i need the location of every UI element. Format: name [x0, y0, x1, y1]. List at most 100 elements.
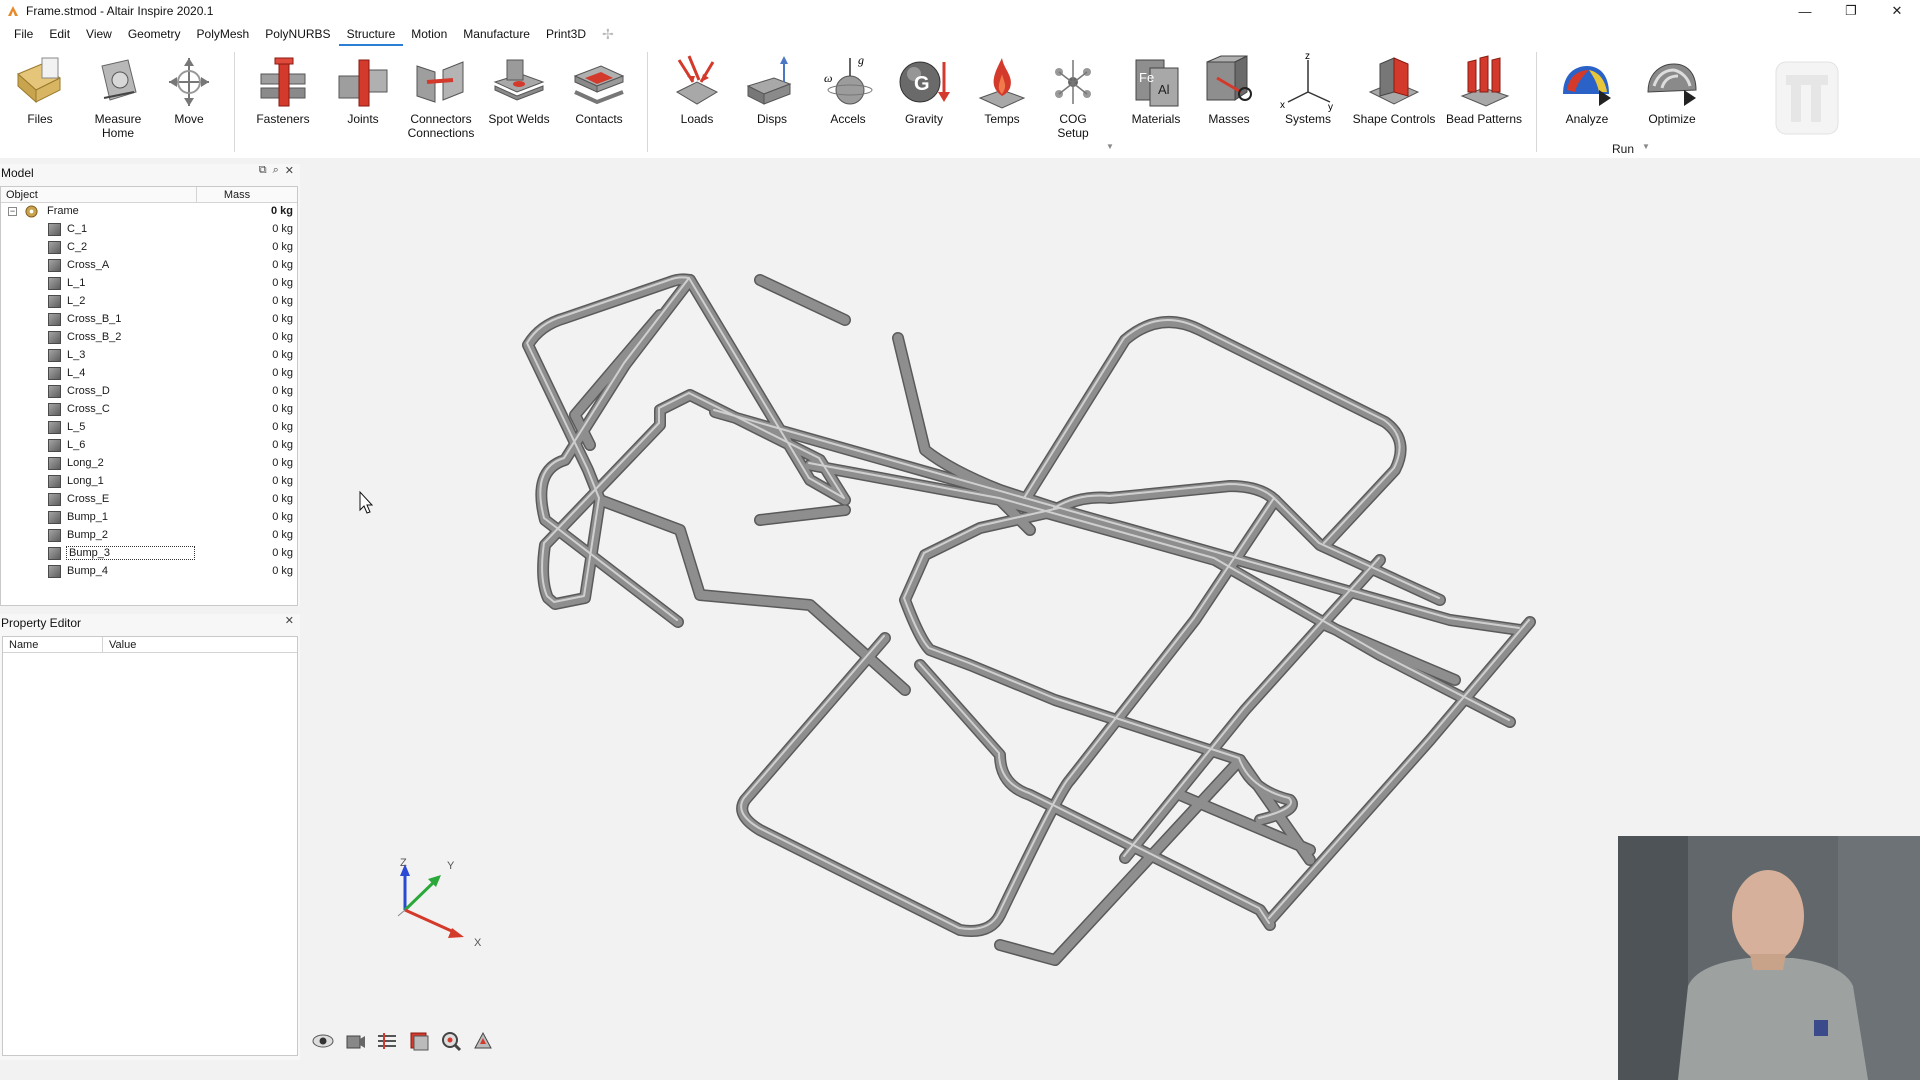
files-label: Files [27, 112, 53, 126]
tree-row-part[interactable]: Cross_D 0 kg [1, 383, 297, 401]
shape-controls-label: Shape Controls [1352, 112, 1436, 126]
mass-column-header[interactable]: Mass [197, 187, 297, 202]
cog-label: COG [1059, 112, 1087, 126]
property-table-header: Name Value [3, 637, 297, 653]
close-window-button[interactable]: ✕ [1874, 0, 1920, 22]
move-tool[interactable]: Move [153, 52, 225, 126]
tree-row-part[interactable]: C_2 0 kg [1, 239, 297, 257]
menu-manufacture[interactable]: Manufacture [455, 22, 538, 46]
disps-label: Disps [756, 112, 787, 126]
shape-controls-tool[interactable]: Shape Controls [1353, 52, 1435, 126]
bead-patterns-tool[interactable]: Bead Patterns [1445, 52, 1523, 126]
tree-row-mass: 0 kg [272, 421, 293, 433]
tree-row-part[interactable]: Cross_B_2 0 kg [1, 329, 297, 347]
axis-x-label: X [474, 937, 482, 949]
files-icon [17, 57, 61, 104]
tree-row-name: L_5 [67, 421, 86, 433]
menu-print3d[interactable]: Print3D [538, 22, 594, 46]
tree-row-part[interactable]: Bump_2 0 kg [1, 527, 297, 545]
menu-polynurbs[interactable]: PolyNURBS [257, 22, 338, 46]
object-column-header[interactable]: Object [1, 187, 197, 202]
tree-row-part[interactable]: L_2 0 kg [1, 293, 297, 311]
menu-file[interactable]: File [6, 22, 41, 46]
name-column-header[interactable]: Name [3, 637, 103, 652]
cog-setup-dropdown-icon[interactable]: ▼ [1106, 142, 1114, 151]
menu-bar: File Edit View Geometry PolyMesh PolyNUR… [0, 22, 1920, 46]
tree-row-part[interactable]: Long_1 0 kg [1, 473, 297, 491]
files-tool[interactable]: Files [4, 52, 76, 126]
temps-tool[interactable]: Temps [966, 52, 1038, 126]
close-icon[interactable]: ✕ [285, 164, 294, 177]
minimize-button[interactable]: — [1782, 0, 1828, 22]
filter-icon[interactable]: ⧉ [259, 164, 267, 177]
menu-motion[interactable]: Motion [403, 22, 455, 46]
value-column-header[interactable]: Value [103, 637, 136, 652]
view-toolbar [312, 1030, 494, 1052]
section-cut-icon[interactable] [376, 1030, 398, 1052]
tree-row-part[interactable]: L_5 0 kg [1, 419, 297, 437]
spot-welds-icon [493, 59, 545, 101]
bead-patterns-label: Bead Patterns [1445, 112, 1523, 126]
menu-view[interactable]: View [78, 22, 120, 46]
restore-button[interactable]: ❐ [1828, 0, 1874, 22]
bead-patterns-icon [1460, 55, 1510, 107]
ribbon-separator [647, 52, 648, 152]
contacts-tool[interactable]: Contacts [563, 52, 635, 126]
tree-row-part[interactable]: Bump_4 0 kg [1, 563, 297, 581]
cog-setup-tool[interactable]: COG Setup [1037, 52, 1109, 140]
visibility-eye-icon[interactable] [312, 1030, 334, 1052]
optimize-icon [1647, 63, 1697, 106]
render-settings-icon[interactable] [472, 1030, 494, 1052]
part-icon [48, 493, 61, 506]
tree-row-part[interactable]: Bump_3 0 kg [1, 545, 297, 563]
spot-welds-tool[interactable]: Spot Welds [483, 52, 555, 126]
menu-geometry[interactable]: Geometry [120, 22, 189, 46]
loads-tool[interactable]: Loads [661, 52, 733, 126]
tree-row-frame[interactable]: − Frame 0 kg [1, 203, 297, 221]
gravity-tool[interactable]: G Gravity [888, 52, 960, 126]
tree-row-part[interactable]: Long_2 0 kg [1, 455, 297, 473]
masses-tool[interactable]: Masses [1193, 52, 1265, 126]
measure-tool[interactable]: Measure Home [82, 52, 154, 140]
tree-row-part[interactable]: L_4 0 kg [1, 365, 297, 383]
menu-structure[interactable]: Structure [338, 22, 404, 46]
menu-polymesh[interactable]: PolyMesh [189, 22, 258, 46]
systems-tool[interactable]: z x y Systems [1272, 52, 1344, 126]
optimize-tool[interactable]: Optimize [1636, 52, 1708, 126]
fasteners-tool[interactable]: Fasteners [247, 52, 319, 126]
tree-row-part[interactable]: L_1 0 kg [1, 275, 297, 293]
tree-row-part[interactable]: Cross_B_1 0 kg [1, 311, 297, 329]
search-icon[interactable]: ⌕ [273, 164, 279, 177]
tree-row-name: Cross_B_1 [67, 313, 122, 325]
part-icon [48, 349, 61, 362]
run-dropdown-icon[interactable]: ▼ [1642, 142, 1650, 151]
measure-label: Measure [94, 112, 142, 126]
display-style-icon[interactable] [408, 1030, 430, 1052]
contacts-icon [573, 65, 625, 105]
materials-tool[interactable]: Fe Al Materials [1120, 52, 1192, 126]
tree-row-name: Long_2 [67, 457, 104, 469]
analyze-tool[interactable]: Analyze [1551, 52, 1623, 126]
zoom-fit-icon[interactable] [440, 1030, 462, 1052]
disps-tool[interactable]: Disps [736, 52, 808, 126]
materials-label: Materials [1131, 112, 1181, 126]
close-icon[interactable]: ✕ [285, 614, 294, 627]
camera-views-icon[interactable] [344, 1030, 366, 1052]
home-label: Home [101, 126, 134, 140]
accels-tool[interactable]: ω g Accels [812, 52, 884, 126]
tree-row-part[interactable]: Cross_A 0 kg [1, 257, 297, 275]
connectors-tool[interactable]: Connectors Connections [405, 52, 477, 140]
joints-tool[interactable]: Joints [327, 52, 399, 126]
menu-edit[interactable]: Edit [41, 22, 78, 46]
tree-row-part[interactable]: L_6 0 kg [1, 437, 297, 455]
fasteners-icon [260, 57, 306, 107]
tree-row-mass: 0 kg [272, 511, 293, 523]
tree-row-part[interactable]: Cross_E 0 kg [1, 491, 297, 509]
tree-row-part[interactable]: C_1 0 kg [1, 221, 297, 239]
tree-row-part[interactable]: Cross_C 0 kg [1, 401, 297, 419]
add-ribbon-icon[interactable]: ✢ [594, 26, 622, 43]
tree-row-part[interactable]: L_3 0 kg [1, 347, 297, 365]
tree-row-part[interactable]: Bump_1 0 kg [1, 509, 297, 527]
collapse-icon[interactable]: − [8, 207, 17, 216]
part-icon [48, 457, 61, 470]
